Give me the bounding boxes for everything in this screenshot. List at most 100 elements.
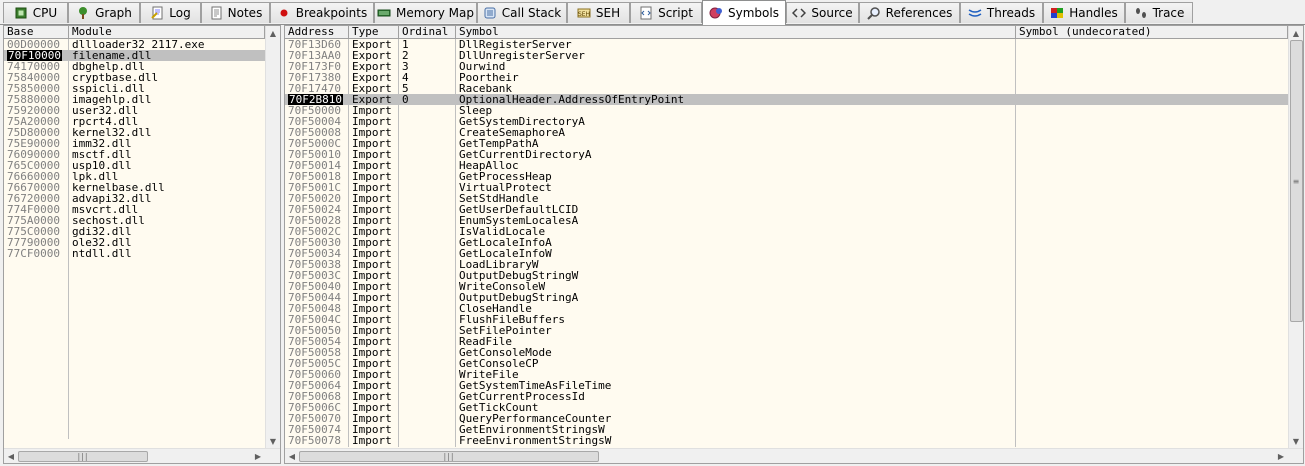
module-row[interactable]: 75840000 cryptbase.dll: [4, 72, 265, 83]
module-row[interactable]: 75880000 imagehlp.dll: [4, 94, 265, 105]
scroll-up-arrow-icon[interactable]: ▲: [1289, 26, 1303, 40]
module-row[interactable]: 775A0000 sechost.dll: [4, 215, 265, 226]
symbol-row[interactable]: 70F50034 Import GetLocaleInfoW: [285, 248, 1288, 259]
tab-log[interactable]: Log: [140, 2, 201, 23]
module-row[interactable]: 75920000 user32.dll: [4, 105, 265, 116]
symbols-vertical-scrollbar[interactable]: ▲ ≡ ▼: [1288, 26, 1303, 448]
tab-cpu[interactable]: CPU: [3, 2, 68, 23]
symbol-row[interactable]: 70F17380 Export 4 Poortheir: [285, 72, 1288, 83]
module-row[interactable]: 75A20000 rpcrt4.dll: [4, 116, 265, 127]
tab-graph[interactable]: Graph: [68, 2, 140, 23]
column-header-base[interactable]: Base: [4, 26, 69, 39]
scroll-right-arrow-icon[interactable]: ▶: [1274, 449, 1288, 463]
symbol-row[interactable]: 70F5003C Import OutputDebugStringW: [285, 270, 1288, 281]
symbol-row[interactable]: 70F5006C Import GetTickCount: [285, 402, 1288, 413]
symbols-pane[interactable]: Address Type Ordinal Symbol Symbol (unde…: [284, 25, 1304, 464]
symbol-row[interactable]: 70F5001C Import VirtualProtect: [285, 182, 1288, 193]
modules-pane[interactable]: Base Module 00D00000 dllloader32_2117.exe…: [3, 25, 281, 464]
symbol-row[interactable]: 70F50028 Import EnumSystemLocalesA: [285, 215, 1288, 226]
scroll-down-arrow-icon[interactable]: ▼: [1289, 434, 1303, 448]
column-header-symbol[interactable]: Symbol: [456, 26, 1016, 39]
scroll-right-arrow-icon[interactable]: ▶: [251, 449, 265, 463]
symbol-address-cell: 70F50040: [285, 281, 348, 292]
tab-references[interactable]: References: [859, 2, 960, 23]
symbol-row[interactable]: 70F5000C Import GetTempPathA: [285, 138, 1288, 149]
module-row[interactable]: 77790000 ole32.dll: [4, 237, 265, 248]
module-row[interactable]: 70F10000 filename.dll: [4, 50, 265, 61]
symbol-row[interactable]: 70F50060 Import WriteFile: [285, 369, 1288, 380]
tab-source[interactable]: Source: [786, 2, 859, 23]
tab-threads[interactable]: Threads: [960, 2, 1043, 23]
module-name-cell-text: filename.dll: [72, 50, 152, 61]
scroll-down-arrow-icon[interactable]: ▼: [266, 434, 280, 448]
symbol-row[interactable]: 70F173F0 Export 3 Ourwind: [285, 61, 1288, 72]
symbol-row[interactable]: 70F50044 Import OutputDebugStringA: [285, 292, 1288, 303]
symbol-row[interactable]: 70F5002C Import IsValidLocale: [285, 226, 1288, 237]
symbol-name-cell: HeapAlloc: [456, 160, 1015, 171]
module-row[interactable]: 76670000 kernelbase.dll: [4, 182, 265, 193]
column-header-type[interactable]: Type: [349, 26, 399, 39]
tab-script[interactable]: Script: [630, 2, 702, 23]
symbol-row[interactable]: 70F50064 Import GetSystemTimeAsFileTime: [285, 380, 1288, 391]
column-header-symbol-undecorated[interactable]: Symbol (undecorated): [1016, 26, 1288, 39]
scroll-left-arrow-icon[interactable]: ◀: [4, 449, 18, 463]
module-row[interactable]: 774F0000 msvcrt.dll: [4, 204, 265, 215]
scroll-left-arrow-icon[interactable]: ◀: [285, 449, 299, 463]
module-row[interactable]: 76090000 msctf.dll: [4, 149, 265, 160]
symbol-row[interactable]: 70F50030 Import GetLocaleInfoA: [285, 237, 1288, 248]
scroll-up-arrow-icon[interactable]: ▲: [266, 26, 280, 40]
symbols-horizontal-scrollbar[interactable]: ◀ ||| ▶: [285, 448, 1303, 463]
module-row[interactable]: 75850000 sspicli.dll: [4, 83, 265, 94]
symbol-row[interactable]: 70F50058 Import GetConsoleMode: [285, 347, 1288, 358]
symbol-row[interactable]: 70F50078 Import FreeEnvironmentStringsW: [285, 435, 1288, 446]
module-row[interactable]: 765C0000 usp10.dll: [4, 160, 265, 171]
scroll-thumb[interactable]: |||: [18, 451, 148, 462]
tab-memory-map[interactable]: Memory Map: [374, 2, 477, 23]
modules-horizontal-scrollbar[interactable]: ◀ ||| ▶: [4, 448, 280, 463]
module-row[interactable]: 76660000 lpk.dll: [4, 171, 265, 182]
symbol-row[interactable]: 70F50054 Import ReadFile: [285, 336, 1288, 347]
tab-symbols[interactable]: Symbols: [702, 0, 786, 25]
symbol-row[interactable]: 70F50020 Import SetStdHandle: [285, 193, 1288, 204]
symbol-row[interactable]: 70F50024 Import GetUserDefaultLCID: [285, 204, 1288, 215]
symbol-row[interactable]: 70F5005C Import GetConsoleCP: [285, 358, 1288, 369]
tab-call-stack[interactable]: Call Stack: [477, 2, 567, 23]
symbol-row[interactable]: 70F13AA0 Export 2 DllUnregisterServer: [285, 50, 1288, 61]
symbol-row[interactable]: 70F50018 Import GetProcessHeap: [285, 171, 1288, 182]
symbol-row[interactable]: 70F50068 Import GetCurrentProcessId: [285, 391, 1288, 402]
column-header-address[interactable]: Address: [285, 26, 349, 39]
symbol-row[interactable]: 70F50050 Import SetFilePointer: [285, 325, 1288, 336]
modules-vertical-scrollbar[interactable]: ▲ ▼: [265, 26, 280, 448]
symbol-row[interactable]: 70F50070 Import QueryPerformanceCounter: [285, 413, 1288, 424]
symbol-row[interactable]: 70F50004 Import GetSystemDirectoryA: [285, 116, 1288, 127]
symbol-row[interactable]: 70F50000 Import Sleep: [285, 105, 1288, 116]
module-row[interactable]: 76720000 advapi32.dll: [4, 193, 265, 204]
module-row[interactable]: 75E90000 imm32.dll: [4, 138, 265, 149]
symbol-row[interactable]: 70F50040 Import WriteConsoleW: [285, 281, 1288, 292]
symbol-row[interactable]: 70F13D60 Export 1 DllRegisterServer: [285, 39, 1288, 50]
tab-seh[interactable]: SEH SEH: [567, 2, 630, 23]
tab-breakpoints[interactable]: Breakpoints: [270, 2, 374, 23]
symbol-type-cell: Export: [349, 61, 398, 72]
module-row[interactable]: 77CF0000 ntdll.dll: [4, 248, 265, 259]
column-header-module[interactable]: Module: [69, 26, 265, 39]
symbol-row[interactable]: 70F50074 Import GetEnvironmentStringsW: [285, 424, 1288, 435]
module-row[interactable]: 00D00000 dllloader32_2117.exe: [4, 39, 265, 50]
symbol-row[interactable]: 70F50038 Import LoadLibraryW: [285, 259, 1288, 270]
tab-trace[interactable]: Trace: [1125, 2, 1193, 23]
symbol-row[interactable]: 70F5004C Import FlushFileBuffers: [285, 314, 1288, 325]
symbol-row[interactable]: 70F50014 Import HeapAlloc: [285, 160, 1288, 171]
module-row[interactable]: 75D80000 kernel32.dll: [4, 127, 265, 138]
symbol-row[interactable]: 70F50008 Import CreateSemaphoreA: [285, 127, 1288, 138]
module-row[interactable]: 775C0000 gdi32.dll: [4, 226, 265, 237]
scroll-thumb[interactable]: |||: [299, 451, 599, 462]
symbol-row[interactable]: 70F2B810 Export 0 OptionalHeader.AddressOfE…: [285, 94, 1288, 105]
scroll-thumb[interactable]: ≡: [1290, 40, 1303, 322]
tab-notes[interactable]: Notes: [201, 2, 270, 23]
symbol-row[interactable]: 70F50010 Import GetCurrentDirectoryA: [285, 149, 1288, 160]
module-row[interactable]: 74170000 dbghelp.dll: [4, 61, 265, 72]
column-header-ordinal[interactable]: Ordinal: [399, 26, 456, 39]
symbol-row[interactable]: 70F17470 Export 5 Racebank: [285, 83, 1288, 94]
tab-handles[interactable]: Handles: [1043, 2, 1125, 23]
symbol-row[interactable]: 70F50048 Import CloseHandle: [285, 303, 1288, 314]
